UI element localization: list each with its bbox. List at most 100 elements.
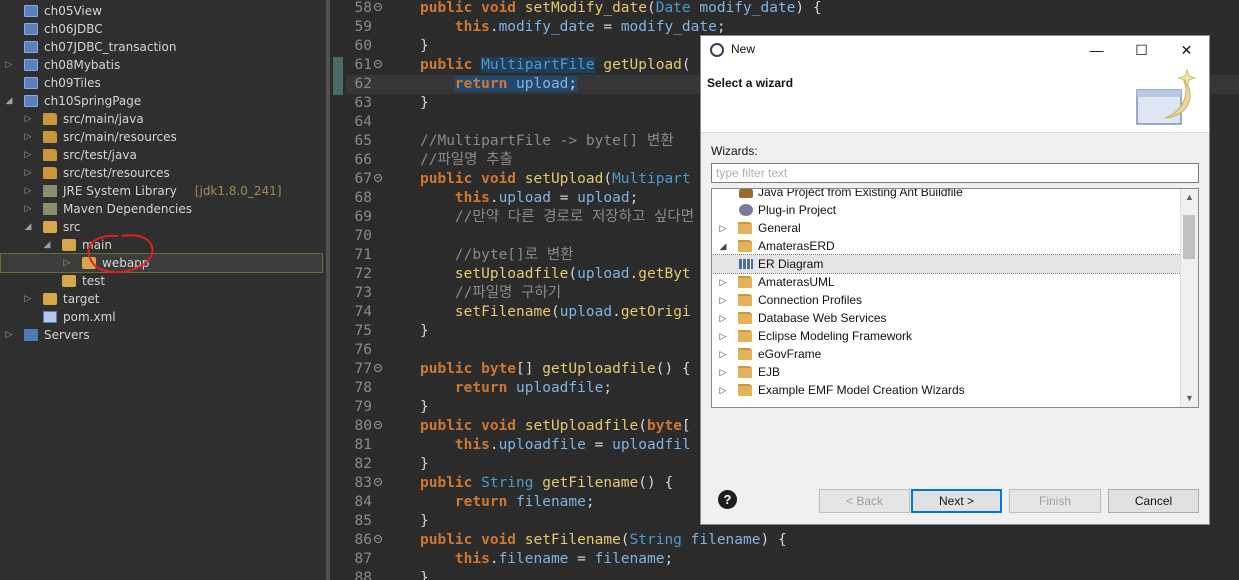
collapsed-arrow-icon[interactable]: ▷ [23,182,33,200]
plugin-icon [739,204,753,216]
explorer-item[interactable]: ◢ main [0,236,326,254]
collapsed-arrow-icon[interactable]: ▷ [4,326,14,344]
wizard-item[interactable]: ▷ Eclipse Modeling Framework [712,327,1182,345]
explorer-item[interactable]: ch05View [0,2,326,20]
wizard-tree[interactable]: Java Project from Existing Ant Buildfile… [711,188,1199,408]
collapsed-arrow-icon[interactable]: ▷ [62,254,72,272]
explorer-item[interactable]: pom.xml [0,308,326,326]
explorer-item[interactable]: ▷ Maven Dependencies [0,200,326,218]
wizard-item[interactable]: Java Project from Existing Ant Buildfile [712,189,1182,201]
collapsed-arrow-icon[interactable]: ▷ [23,146,33,164]
fold-toggle-icon[interactable]: − [374,3,382,11]
explorer-item[interactable]: ▷ target [0,290,326,308]
wizard-item[interactable]: ▷ Example EMF Model Creation Wizards [712,381,1182,399]
wizard-item[interactable]: ▷ EJB [712,363,1182,381]
scroll-up-arrow-icon[interactable]: ▲ [1181,189,1198,206]
close-button[interactable]: ✕ [1164,36,1209,64]
explorer-item[interactable]: ▷ src/main/resources [0,128,326,146]
fold-toggle-icon[interactable]: − [374,60,382,68]
help-icon[interactable]: ? [718,490,737,509]
code-line[interactable]: 87 this.filename = filename; [346,550,1239,569]
line-number: 72 [354,266,372,282]
explorer-item[interactable]: ▷ webapp [0,253,323,273]
code-text: } [420,37,429,56]
wizard-item[interactable]: ▷ Database Web Services [712,309,1182,327]
collapsed-arrow-icon[interactable]: ▷ [718,381,728,399]
scroll-down-arrow-icon[interactable]: ▼ [1181,390,1198,407]
collapsed-arrow-icon[interactable]: ▷ [718,345,728,363]
wizard-item-label: AmaterasERD [758,239,835,253]
explorer-scrollbar[interactable] [326,0,330,580]
collapsed-arrow-icon[interactable]: ▷ [23,164,33,182]
fold-toggle-icon[interactable]: − [374,535,382,543]
collapsed-arrow-icon[interactable]: ▷ [718,327,728,345]
explorer-item[interactable]: test [0,272,326,290]
scroll-thumb[interactable] [1183,215,1195,259]
folder-icon [43,221,57,233]
wizard-header: Select a wizard [701,64,1209,133]
wizard-filter-input[interactable] [711,163,1199,183]
cancel-button[interactable]: Cancel [1108,489,1199,513]
code-line[interactable]: 86− public void setFilename(String filena… [346,531,1239,550]
next-button[interactable]: Next > [911,489,1002,513]
explorer-item[interactable]: ch06JDBC [0,20,326,38]
collapsed-arrow-icon[interactable]: ▷ [718,363,728,381]
collapsed-arrow-icon[interactable]: ▷ [718,291,728,309]
explorer-item[interactable]: ▷ src/test/java [0,146,326,164]
code-token: . [489,19,499,35]
collapsed-arrow-icon[interactable]: ▷ [23,200,33,218]
wizard-item[interactable]: ▷ AmaterasUML [712,273,1182,291]
wizard-item[interactable]: ▷ Connection Profiles [712,291,1182,309]
wizard-item[interactable]: Plug-in Project [712,201,1182,219]
explorer-item[interactable]: ◢ src [0,218,326,236]
code-token: uploadfil [612,437,691,453]
wizard-item[interactable]: ▷ General [712,219,1182,237]
wizard-item[interactable]: ER Diagram [712,254,1182,274]
back-button[interactable]: < Back [819,489,910,513]
code-line[interactable]: 88} [346,569,1239,580]
code-token: public [420,532,482,548]
code-token: byte [647,418,682,434]
expanded-arrow-icon[interactable]: ◢ [42,236,52,254]
collapsed-arrow-icon[interactable]: ▷ [23,290,33,308]
code-token: filename [690,532,761,548]
minimize-button[interactable]: — [1074,36,1119,64]
explorer-item-label: Servers [44,328,90,342]
explorer-item[interactable]: ▷ Servers [0,326,326,344]
code-token: modify_date [620,19,717,35]
explorer-item[interactable]: ch07JDBC_transaction [0,38,326,56]
expanded-arrow-icon[interactable]: ◢ [23,218,33,236]
explorer-item-label: src/test/resources [63,166,170,180]
collapsed-arrow-icon[interactable]: ▷ [23,128,33,146]
fold-toggle-icon[interactable]: − [374,478,382,486]
explorer-item[interactable]: ▷ src/main/java [0,110,326,128]
wizard-item[interactable]: ◢ AmaterasERD [712,237,1182,255]
fold-toggle-icon[interactable]: − [374,421,382,429]
fold-toggle-icon[interactable]: − [374,364,382,372]
explorer-item[interactable]: ▷ JRE System Library [jdk1.8.0_241] [0,182,326,200]
code-token: upload [559,304,613,320]
code-line[interactable]: 58− public void setModify_date(Date modif… [346,0,1239,18]
code-token: setFilename [524,532,621,548]
collapsed-arrow-icon[interactable]: ▷ [23,110,33,128]
finish-button[interactable]: Finish [1009,489,1101,513]
explorer-item[interactable]: ▷ ch08Mybatis [0,56,326,74]
wizard-item[interactable]: ▷ eGovFrame [712,345,1182,363]
explorer-item[interactable]: ▷ src/test/resources [0,164,326,182]
fold-toggle-icon[interactable]: − [374,174,382,182]
collapsed-arrow-icon[interactable]: ▷ [718,273,728,291]
expanded-arrow-icon[interactable]: ◢ [4,92,14,110]
code-token: ; [585,494,595,510]
collapsed-arrow-icon[interactable]: ▷ [718,219,728,237]
expanded-arrow-icon[interactable]: ◢ [718,237,728,255]
code-token: = [585,437,613,453]
explorer-item[interactable]: ◢ ch10SpringPage [0,92,326,110]
project-icon [24,41,38,53]
wizard-tree-scrollbar[interactable]: ▲ ▼ [1180,189,1198,407]
maximize-button[interactable]: ☐ [1119,36,1164,64]
explorer-item[interactable]: ch09Tiles [0,74,326,92]
collapsed-arrow-icon[interactable]: ▷ [718,309,728,327]
collapsed-arrow-icon[interactable]: ▷ [4,56,14,74]
dialog-titlebar[interactable]: New — ☐ ✕ [701,36,1209,64]
